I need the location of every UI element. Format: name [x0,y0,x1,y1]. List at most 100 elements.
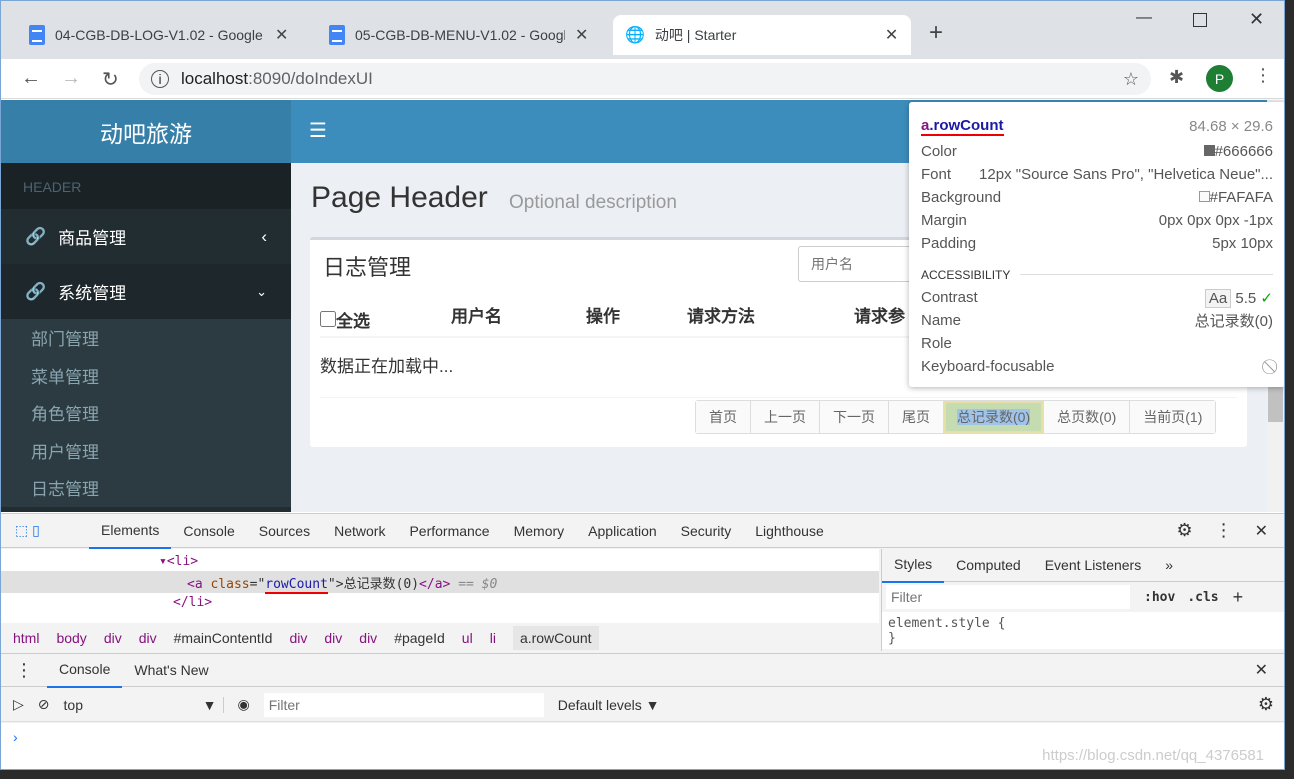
console-filter-input[interactable] [263,692,544,717]
page-description: Optional description [509,192,677,213]
sidebar: HEADER 🔗 商品管理 ‹ 🔗 系统管理 ⌄ 部门管理 菜单管理 角色管理 用户管理… [1,163,291,512]
dom-selected-node[interactable]: <a class="rowCount">总记录数(0)</a> == $0 [1,571,879,594]
submenu-menu[interactable]: 菜单管理 [1,356,291,394]
logo[interactable]: 动吧旅游 [1,100,291,163]
dom-li-open[interactable]: ▾<li> [1,549,879,571]
more-tabs-icon[interactable]: » [1153,548,1185,582]
sidebar-header: HEADER [1,163,291,209]
reload-icon[interactable]: ↻ [102,67,119,92]
drawer-tab-whats-new[interactable]: What's New [122,653,220,687]
crumb[interactable]: html [13,630,39,646]
tab-application[interactable]: Application [576,514,669,548]
console-prompt[interactable]: › https://blog.csdn.net/qq_4376581 [1,723,1284,769]
new-tab-icon[interactable]: + [929,19,943,47]
tab-computed[interactable]: Computed [944,548,1033,582]
submenu-user[interactable]: 用户管理 [1,431,291,469]
sidebar-item-system[interactable]: 🔗 系统管理 ⌄ [1,264,291,319]
chevron-left-icon: ‹ [261,226,267,246]
prev-page-link[interactable]: 上一页 [750,401,819,433]
browser-tab-menu[interactable]: 05-CGB-DB-MENU-V1.02 - Google Docs✕ [317,15,600,55]
dom-li-close[interactable]: </li> [1,593,879,610]
close-drawer-icon[interactable]: ✕ [1255,660,1268,680]
styles-filter-input[interactable] [886,585,1130,609]
toolbar: ← → ↻ i localhost:8090/doIndexUI ☆ ✱ P ⋮ [1,59,1284,99]
profile-avatar[interactable]: P [1206,65,1233,92]
browser-tab-log[interactable]: 04-CGB-DB-LOG-V1.02 - Google Docs✕ [17,15,300,55]
menu-kebab-icon[interactable]: ⋮ [1254,65,1272,86]
last-page-link[interactable]: 尾页 [888,401,943,433]
select-all-checkbox[interactable] [320,311,336,327]
element-style-rule[interactable]: element.style { [888,616,1278,631]
close-window-icon[interactable]: ✕ [1249,9,1264,30]
crumb[interactable]: body [56,630,86,646]
tab-lighthouse[interactable]: Lighthouse [743,514,836,548]
tab-security[interactable]: Security [669,514,744,548]
eye-icon[interactable]: ◉ [238,696,250,713]
first-page-link[interactable]: 首页 [696,401,750,433]
extensions-icon[interactable]: ✱ [1169,67,1184,88]
url: localhost:8090/doIndexUI [181,69,373,88]
tab-console[interactable]: Console [171,514,246,548]
crumb-active[interactable]: a.rowCount [512,626,599,650]
browser-window: 04-CGB-DB-LOG-V1.02 - Google Docs✕ 05-CG… [0,0,1285,770]
crumb[interactable]: div [324,630,342,646]
crumb[interactable]: #pageId [394,630,445,646]
more-kebab-icon[interactable]: ⋮ [1215,520,1233,541]
crumb[interactable]: #mainContentId [174,630,273,646]
maximize-icon[interactable] [1193,13,1207,27]
row-count-link[interactable]: 总记录数(0) [943,401,1044,433]
bookmark-star-icon[interactable]: ☆ [1123,69,1139,90]
page-count-link[interactable]: 总页数(0) [1043,401,1130,433]
console-toolbar: ▷ ⊘ top▼ ◉ Default levels ▼ ⚙ [1,688,1284,722]
submenu-role[interactable]: 角色管理 [1,394,291,432]
tab-strip: 04-CGB-DB-LOG-V1.02 - Google Docs✕ 05-CG… [1,1,1284,59]
tab-memory[interactable]: Memory [502,514,577,548]
browser-tab-starter[interactable]: 🌐 动吧 | Starter ✕ [613,15,911,55]
close-devtools-icon[interactable]: ✕ [1255,521,1268,541]
crumb[interactable]: div [139,630,157,646]
context-select[interactable]: top ▼ [64,696,224,713]
clear-console-icon[interactable]: ⊘ [38,696,50,713]
console-settings-icon[interactable]: ⚙ [1258,694,1274,715]
crumb[interactable]: div [104,630,122,646]
address-bar[interactable]: i localhost:8090/doIndexUI ☆ [139,63,1151,95]
crumb[interactable]: li [490,630,496,646]
brace: } [888,631,896,646]
tab-elements[interactable]: Elements [89,513,172,549]
tab-sources[interactable]: Sources [247,514,322,548]
back-icon[interactable]: ← [21,67,41,90]
settings-gear-icon[interactable]: ⚙ [1176,520,1192,541]
close-tab-icon[interactable]: ✕ [885,25,898,45]
watermark: https://blog.csdn.net/qq_4376581 [1042,747,1264,764]
cls-button[interactable]: .cls [1187,590,1218,605]
tab-performance[interactable]: Performance [397,514,501,548]
close-tab-icon[interactable]: ✕ [575,25,588,45]
dom-breadcrumb: html body div div #mainContentId div div div #pa… [1,625,879,651]
minimize-icon[interactable]: — [1136,9,1152,27]
tab-styles[interactable]: Styles [882,547,945,583]
drawer-tabbar: ⋮ Console What's New ✕ [1,652,1284,688]
sidebar-toggle-icon[interactable]: ▷ [13,696,24,713]
crumb[interactable]: div [289,630,307,646]
forward-icon[interactable]: → [61,67,81,90]
drawer-menu-icon[interactable]: ⋮ [1,660,47,681]
tab-event-listeners[interactable]: Event Listeners [1033,548,1154,582]
hov-button[interactable]: :hov [1144,590,1175,605]
current-page-link[interactable]: 当前页(1) [1129,401,1216,433]
log-levels-select[interactable]: Default levels ▼ [558,697,660,713]
hamburger-icon[interactable]: ☰ [309,118,327,143]
close-tab-icon[interactable]: ✕ [275,25,288,45]
chevron-down-icon: ⌄ [256,283,267,299]
tab-network[interactable]: Network [322,514,397,548]
next-page-link[interactable]: 下一页 [819,401,888,433]
submenu-dept[interactable]: 部门管理 [1,319,291,357]
drawer-tab-console[interactable]: Console [47,652,123,688]
crumb[interactable]: div [359,630,377,646]
devtools: ⬚ ▯ Elements Console Sources Network Per… [1,513,1284,769]
check-icon: ✓ [1260,289,1273,307]
inspect-element-icon[interactable]: ⬚ ▯ [1,522,89,539]
sidebar-item-goods[interactable]: 🔗 商品管理 ‹ [1,209,291,264]
add-rule-icon[interactable]: + [1233,587,1244,608]
crumb[interactable]: ul [462,630,473,646]
submenu-log[interactable]: 日志管理 [1,469,291,507]
